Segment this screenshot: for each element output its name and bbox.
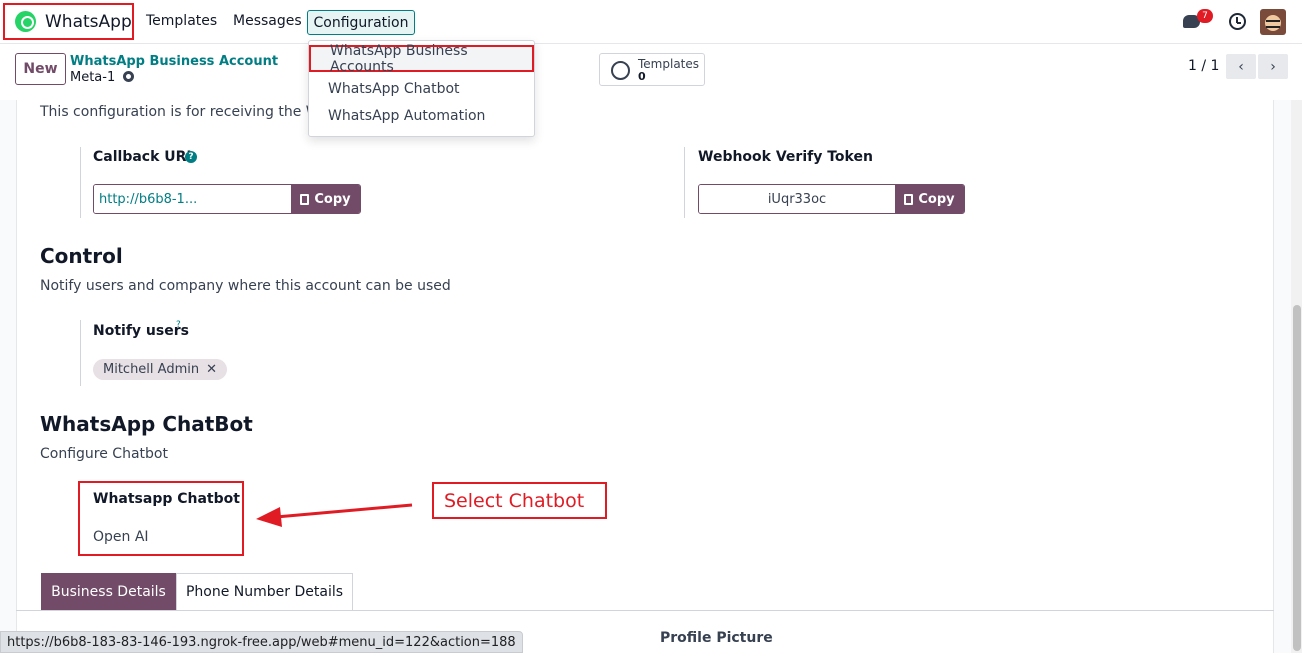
copy-label: Copy [918,191,955,207]
chatbot-section-title: WhatsApp ChatBot [40,412,253,436]
webhook-token-value[interactable]: iUqr33oc [699,185,895,213]
tab-business-details[interactable]: Business Details [41,573,176,610]
gear-icon[interactable] [123,71,134,82]
menu-messages[interactable]: Messages [233,13,302,29]
notification-badge: 7 [1197,9,1213,23]
annotation-arrow [256,503,413,527]
browser-status-url: https://b6b8-183-83-146-193.ngrok-free.a… [0,631,523,653]
webhook-token-field: iUqr33oc Copy [698,184,965,214]
notify-users-help[interactable]: ? [176,320,181,330]
menu-templates[interactable]: Templates [146,13,217,29]
configuration-dropdown: WhatsApp Business Accounts WhatsApp Chat… [308,40,535,137]
profile-picture-label: Profile Picture [660,630,773,646]
scrollbar-thumb[interactable] [1293,305,1301,651]
callback-copy-button[interactable]: Copy [291,185,360,213]
dropdown-item-business-accounts[interactable]: WhatsApp Business Accounts [309,43,534,75]
field-divider [80,147,81,218]
copy-icon [300,193,310,205]
breadcrumb-parent[interactable]: WhatsApp Business Account [70,54,278,69]
app-name: WhatsApp [45,11,132,32]
dropdown-item-chatbot[interactable]: WhatsApp Chatbot [309,75,534,102]
templates-smart-button[interactable]: Templates 0 [599,53,705,86]
whatsapp-icon [611,61,630,80]
webhook-copy-button[interactable]: Copy [895,185,964,213]
user-tag: Mitchell Admin ✕ [93,359,228,380]
pager-value: 1 / 1 [1188,58,1220,74]
whatsapp-logo-icon [15,11,36,32]
pager-next-button[interactable]: › [1258,54,1288,79]
tab-phone-number-details[interactable]: Phone Number Details [176,573,353,610]
menu-configuration[interactable]: Configuration [307,10,415,35]
smart-button-label: Templates [638,57,700,71]
callback-url-value[interactable]: http://b6b8-1... [94,185,291,213]
webhook-token-label: Webhook Verify Token [698,149,873,165]
dropdown-item-automation[interactable]: WhatsApp Automation [309,102,534,129]
close-icon[interactable]: ✕ [206,362,217,377]
pager-previous-button[interactable]: ‹ [1226,54,1256,79]
breadcrumb-current: Meta-1 [70,70,116,85]
chevron-left-icon: ‹ [1238,58,1244,75]
activity-clock-icon[interactable] [1229,13,1246,30]
control-section-desc: Notify users and company where this acco… [40,278,451,294]
callback-url-field: http://b6b8-1... Copy [93,184,361,214]
help-icon[interactable]: ? [185,151,197,163]
field-divider [684,147,685,218]
chatbot-field-label: Whatsapp Chatbot [93,491,240,507]
app-brand[interactable]: WhatsApp [3,3,134,40]
tab-divider [16,610,1274,611]
top-navbar: WhatsApp Templates Messages Configuratio… [0,0,1302,44]
user-tag-label: Mitchell Admin [103,362,200,377]
chevron-right-icon: › [1270,58,1276,75]
control-section-title: Control [40,244,123,268]
field-divider [80,320,81,386]
new-button[interactable]: New [15,53,66,85]
avatar[interactable] [1260,9,1286,35]
callback-url-label: Callback URL [93,149,196,165]
notify-users-label: Notify users [93,323,189,339]
copy-label: Copy [314,191,351,207]
smart-button-value: 0 [638,70,646,83]
chatbot-field-value[interactable]: Open AI [93,529,149,545]
copy-icon [904,193,914,205]
chatbot-section-desc: Configure Chatbot [40,446,168,462]
config-note: This configuration is for receiving the … [40,104,338,120]
annotation-callout: Select Chatbot [432,482,607,519]
